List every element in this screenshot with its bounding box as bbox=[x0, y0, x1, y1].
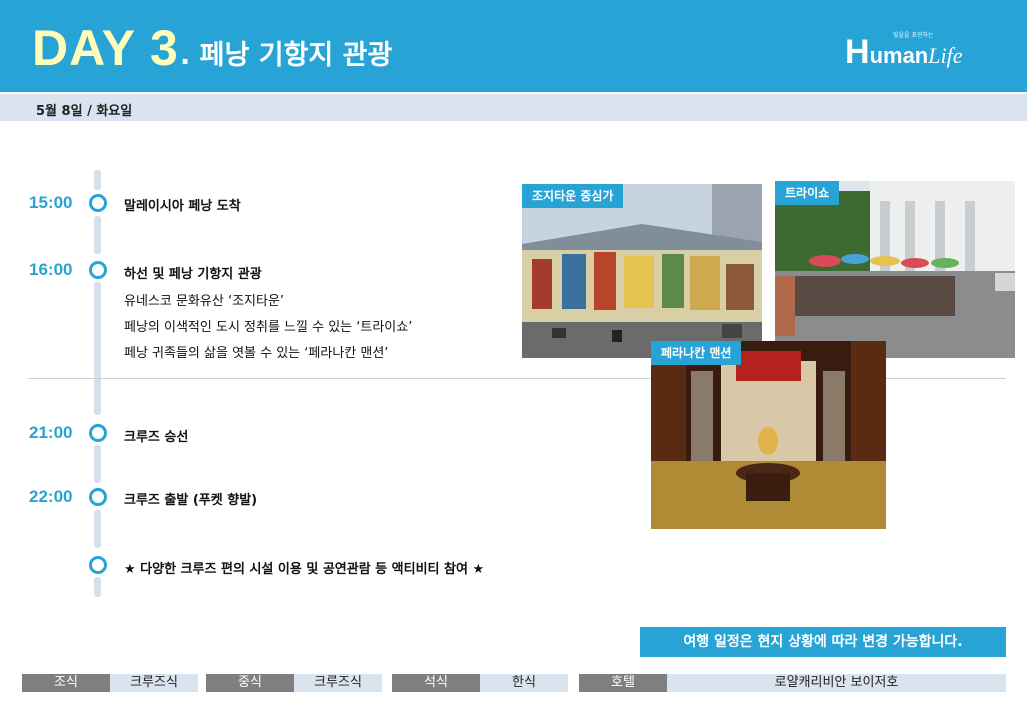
time-label: 21:00 bbox=[29, 423, 73, 442]
event-text: 크루즈 승선 bbox=[124, 430, 189, 445]
hotel-label: 호텔 bbox=[579, 674, 667, 692]
photo-caption: 트라이쇼 bbox=[775, 181, 840, 205]
day-label: DAY bbox=[32, 20, 136, 76]
timeline-line bbox=[94, 282, 101, 415]
georgetown-street-image bbox=[522, 184, 762, 358]
timeline-dot bbox=[89, 194, 107, 212]
trishaw-street-image bbox=[775, 181, 1015, 358]
timeline-line bbox=[94, 577, 101, 597]
breakfast-label: 조식 bbox=[22, 674, 110, 692]
event-detail: 페낭의 이색적인 도시 정취를 느낄 수 있는 ‘트라이쇼’ bbox=[124, 320, 413, 335]
timeline-line bbox=[94, 216, 101, 254]
photo-caption: 조지타운 중심가 bbox=[522, 184, 624, 208]
photo-trishaw: 트라이쇼 bbox=[775, 181, 1015, 358]
time-label: 16:00 bbox=[29, 260, 73, 279]
breakfast-value: 크루즈식 bbox=[110, 674, 198, 692]
hotel-value: 로얄캐리비안 보이저호 bbox=[667, 674, 1006, 692]
photo-caption: 페라나칸 맨션 bbox=[651, 341, 742, 365]
logo-uman: uman bbox=[869, 43, 929, 68]
timeline-dot bbox=[89, 261, 107, 279]
dinner-label: 석식 bbox=[392, 674, 480, 692]
lunch-value: 크루즈식 bbox=[294, 674, 382, 692]
photo-peranakan-mansion: 페라나칸 맨션 bbox=[651, 341, 886, 529]
date-bar bbox=[0, 94, 1027, 121]
logo-wordmark: HumanLife bbox=[845, 33, 963, 72]
event-text: 말레이시아 페낭 도착 bbox=[124, 199, 241, 214]
event-text: 하선 및 페낭 기항지 관광 bbox=[124, 267, 262, 282]
timeline-dot bbox=[89, 424, 107, 442]
time-label: 22:00 bbox=[29, 487, 73, 506]
timeline-line bbox=[94, 510, 101, 548]
time-label: 15:00 bbox=[29, 193, 73, 212]
activity-note: ★ 다양한 크루즈 편의 시설 이용 및 공연관람 등 액티비티 참여 ★ bbox=[124, 562, 485, 577]
logo-h: H bbox=[845, 33, 870, 71]
event-detail: 유네스코 문화유산 ‘조지타운’ bbox=[124, 294, 285, 309]
itinerary-notice: 여행 일정은 현지 상황에 따라 변경 가능합니다. bbox=[640, 627, 1006, 657]
lunch-label: 중식 bbox=[206, 674, 294, 692]
event-detail: 페낭 귀족들의 삶을 엿볼 수 있는 ‘페라나칸 맨션’ bbox=[124, 346, 389, 361]
page-title: . 페낭 기항지 관광 bbox=[180, 40, 393, 71]
day-number: 3 bbox=[150, 20, 178, 76]
logo-life: Life bbox=[928, 43, 963, 68]
mansion-interior-image bbox=[651, 341, 886, 529]
event-text: 크루즈 출발 (푸켓 향발) bbox=[124, 493, 258, 508]
timeline-line bbox=[94, 170, 101, 190]
dinner-value: 한식 bbox=[480, 674, 568, 692]
photo-georgetown: 조지타운 중심가 bbox=[522, 184, 762, 358]
date-label: 5월 8일 / 화요일 bbox=[36, 104, 133, 119]
timeline-line bbox=[94, 445, 101, 483]
timeline-dot bbox=[89, 488, 107, 506]
timeline-dot bbox=[89, 556, 107, 574]
human-life-logo: 빛을을 표현하는 HumanLife bbox=[845, 30, 995, 74]
